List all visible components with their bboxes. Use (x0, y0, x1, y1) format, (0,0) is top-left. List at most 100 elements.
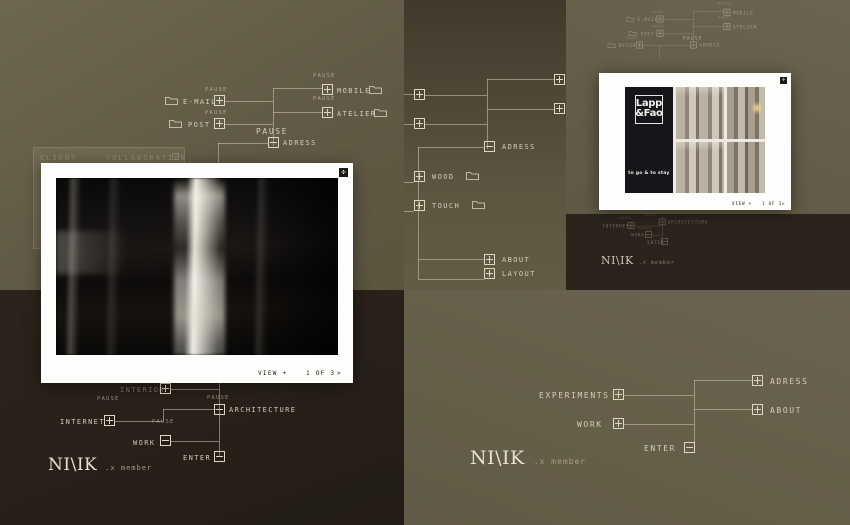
tree-node-top-a[interactable] (554, 74, 565, 85)
tree-label-adress[interactable]: ADRESS (502, 143, 536, 151)
tree-label-adress[interactable]: ADRESS (699, 43, 720, 48)
tree-connector (487, 79, 488, 149)
tree-connector (487, 109, 555, 110)
tree-label-internet[interactable]: INTERNET (60, 418, 105, 426)
tree-label-post[interactable]: POST (188, 121, 210, 129)
tree-label-wood[interactable]: WOOD (432, 173, 454, 181)
tree-node-wood[interactable] (414, 171, 425, 182)
tree-node-email[interactable] (656, 15, 664, 23)
tree-node-about[interactable] (484, 254, 495, 265)
next-image-button[interactable]: > (782, 201, 786, 206)
image-viewer-card[interactable]: ✣ Lapp &Fao to go & to stay VIEW + 1 OF … (599, 73, 791, 210)
tree-label-atelier[interactable]: ATELIER (337, 110, 376, 118)
tree-label-pause: PAUSE (624, 36, 639, 41)
tree-label-email[interactable]: E-MAIL (637, 17, 658, 22)
tree-label-mobile[interactable]: MOBILE (337, 87, 371, 95)
tree-node-work[interactable] (613, 418, 624, 429)
folder-icon (169, 119, 182, 128)
logo-bottom-left[interactable]: NI\IK .x member (48, 455, 152, 475)
logo-mark: NI\IK (601, 254, 634, 267)
tree-label-atelier[interactable]: ATELIER (733, 25, 757, 30)
tree-node-branch-a[interactable] (414, 89, 425, 100)
tree-node-atelier[interactable] (723, 23, 731, 30)
tree-node-internet[interactable] (104, 415, 115, 426)
tree-label-mobile[interactable]: MOBILE (733, 11, 754, 16)
tree-node-layout[interactable] (484, 268, 495, 279)
next-image-button[interactable]: > (337, 370, 342, 377)
tree-label-internet[interactable]: INTERNET (602, 224, 629, 229)
logo-subtitle: .x member (638, 260, 675, 266)
ghost-label-client: CLIENT_ (40, 154, 84, 162)
tree-node-branch-b[interactable] (414, 118, 425, 129)
tree-label-about[interactable]: ABOUT (502, 256, 530, 264)
close-icon[interactable]: ✣ (780, 77, 787, 84)
tree-label-post[interactable]: POST (640, 32, 654, 37)
tree-node-top-b[interactable] (554, 103, 565, 114)
tree-connector (659, 45, 660, 61)
tree-label-work[interactable]: WORK (577, 420, 603, 429)
tree-label-experiments[interactable]: EXPERIMENTS (539, 391, 610, 400)
tree-label-work[interactable]: WORK (631, 233, 644, 238)
tree-node-interior[interactable] (160, 383, 171, 394)
close-icon[interactable]: ✣ (339, 168, 348, 177)
tree-label-enter[interactable]: ENTER (644, 444, 676, 453)
photo-shadow-right (247, 178, 338, 355)
photo-image: Lapp &Fao to go & to stay (625, 87, 765, 193)
tree-node-post[interactable] (214, 118, 225, 129)
tree-label-architecture[interactable]: ARCHITECTURE (668, 220, 708, 225)
tree-label-enter[interactable]: ENTER (183, 454, 211, 462)
tree-label-adress[interactable]: ADRESS (283, 139, 317, 147)
tree-label-architecture[interactable]: ARCHITECTURE (229, 406, 296, 414)
tree-node-adress[interactable] (690, 41, 697, 49)
tree-node-mobile[interactable] (322, 84, 333, 95)
tree-connector (219, 376, 220, 456)
tree-label-pause: PAUSE (717, 16, 732, 20)
tree-node-decor[interactable] (636, 41, 643, 49)
sign-line-2: &Fao (635, 108, 663, 120)
tree-node-adress[interactable] (752, 375, 763, 386)
counter-label: 1 OF 3 (306, 370, 336, 377)
tree-connector (273, 112, 323, 113)
image-viewer-modal[interactable]: ✣ VIEW + 1 OF 3 > (41, 163, 353, 383)
ghost-close-icon[interactable] (172, 153, 179, 160)
view-label: VIEW + (258, 370, 288, 377)
tree-connector (225, 101, 273, 102)
tree-node-enter[interactable] (684, 442, 695, 453)
tree-label-about[interactable]: ABOUT (770, 406, 802, 415)
tree-label-email[interactable]: E-MAIL (183, 98, 217, 106)
tree-node-experiments[interactable] (613, 389, 624, 400)
tree-node-mobile[interactable] (723, 8, 731, 16)
logo-mid-right[interactable]: NI\IK .x member (601, 254, 675, 267)
tree-connector (418, 259, 484, 260)
folder-icon (466, 171, 479, 180)
tree-label-decor[interactable]: DECOR (619, 43, 636, 48)
tree-label-touch[interactable]: TOUCH (432, 202, 460, 210)
tree-node-enter[interactable] (661, 238, 668, 245)
tree-node-touch[interactable] (414, 200, 425, 211)
tree-label-pause: PAUSE (313, 96, 336, 102)
tree-label-interior[interactable]: INTERIOR (120, 386, 165, 394)
tree-label-pause: PAUSE (97, 396, 120, 402)
tree-label-pause: PAUSE (651, 10, 665, 15)
tree-node-post[interactable] (656, 29, 664, 37)
tree-connector (663, 33, 694, 35)
tree-connector (404, 94, 414, 95)
tree-node-work[interactable] (160, 435, 171, 446)
tree-node-adress[interactable] (484, 141, 495, 152)
tree-label-adress[interactable]: ADRESS (770, 377, 809, 386)
tree-node-adress[interactable] (268, 137, 279, 148)
logo-mark: NI\IK (48, 455, 98, 475)
tree-label-work[interactable]: WORK (133, 439, 155, 447)
tree-label-layout[interactable]: LAYOUT (502, 270, 536, 278)
tree-node-enter[interactable] (214, 451, 225, 462)
next-arrow: > (782, 201, 786, 206)
tree-label-pause: PAUSE (651, 24, 665, 29)
view-button[interactable]: VIEW + (732, 201, 752, 206)
tree-node-atelier[interactable] (322, 107, 333, 118)
view-button[interactable]: VIEW + (258, 370, 287, 377)
tree-node-about[interactable] (752, 404, 763, 415)
logo-bottom-right[interactable]: NI\IK .x member (470, 447, 586, 469)
tree-node-email[interactable] (214, 95, 225, 106)
folder-icon (369, 85, 382, 94)
photo-light-streak (174, 178, 226, 355)
